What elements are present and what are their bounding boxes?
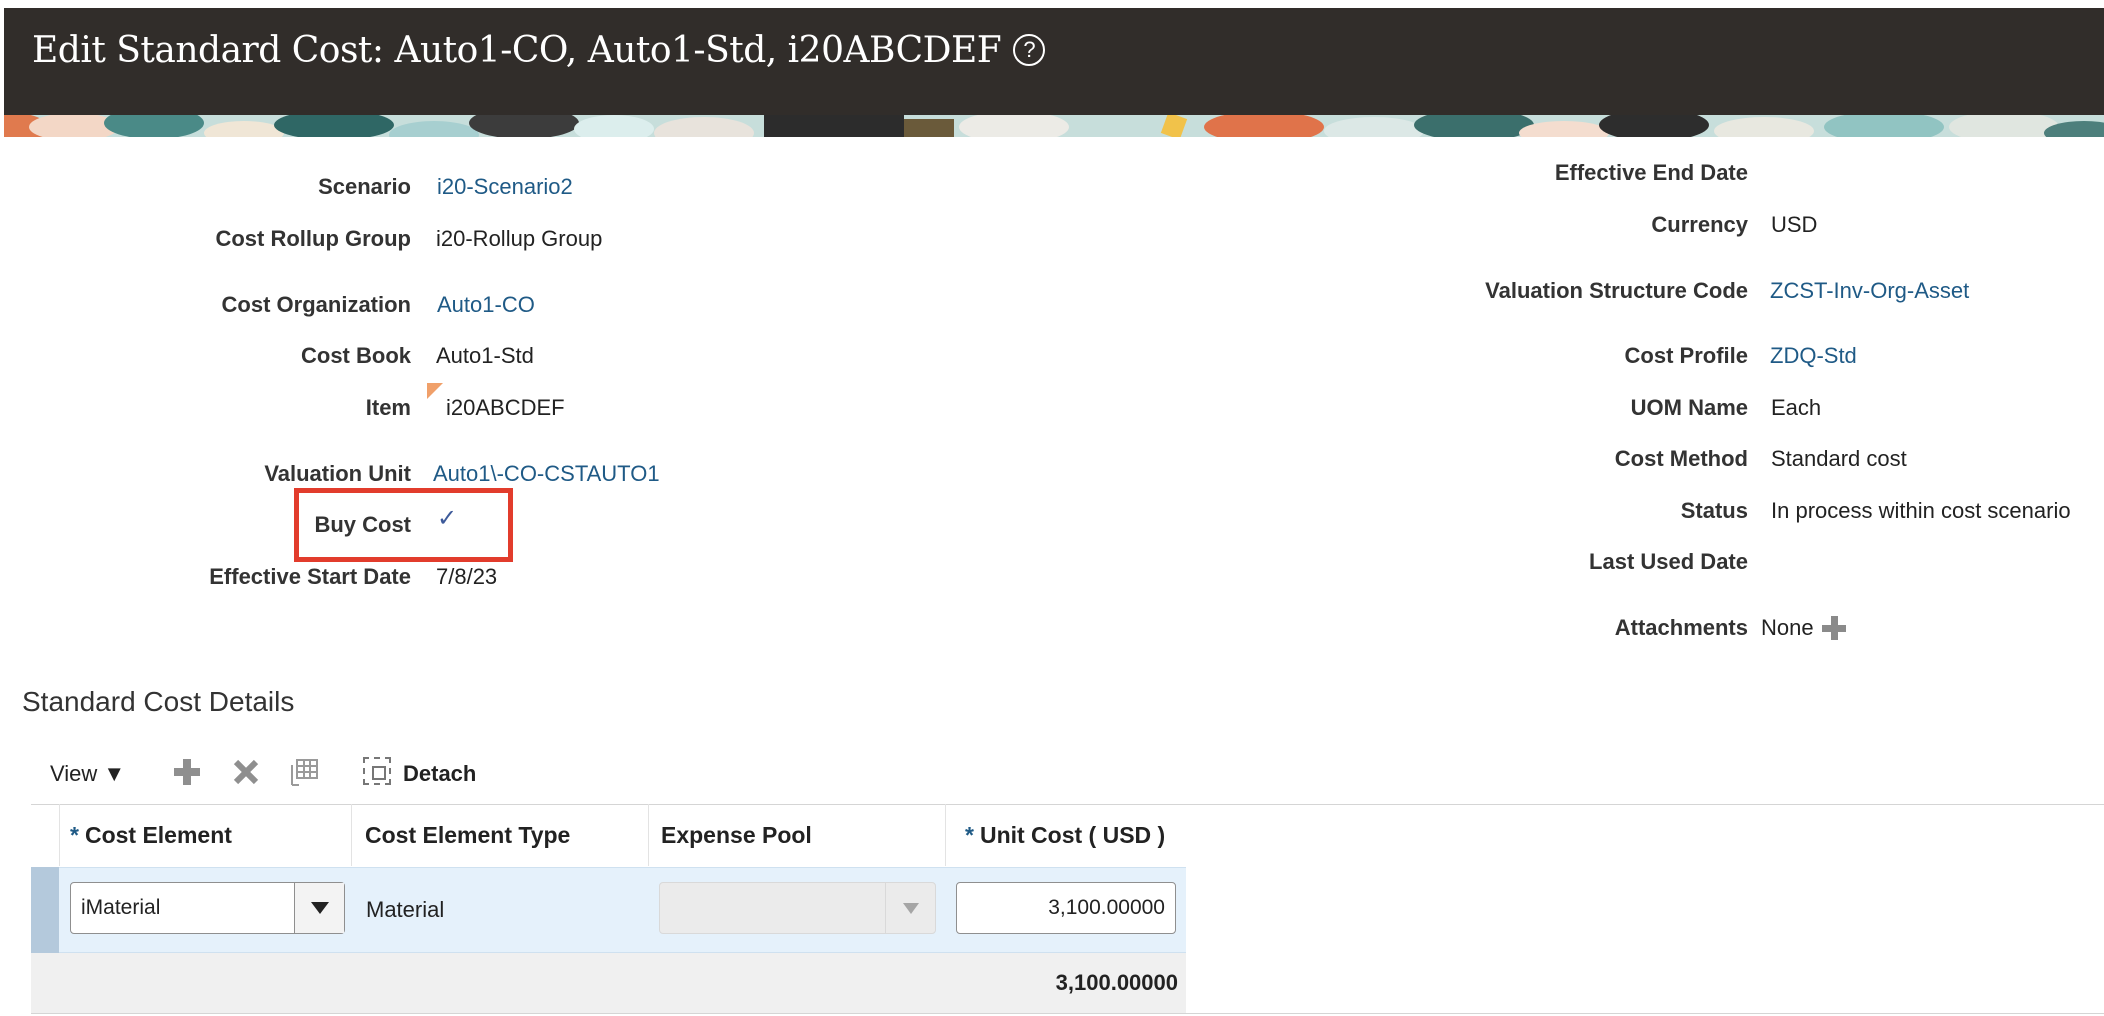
page-header: Edit Standard Cost: Auto1-CO, Auto1-Std,… bbox=[4, 8, 2104, 115]
cost-method-value: Standard cost bbox=[1771, 446, 1907, 471]
effective-end-date-label: Effective End Date bbox=[1554, 160, 1748, 185]
decorative-banner bbox=[4, 115, 2104, 137]
chevron-down-icon bbox=[310, 902, 329, 914]
view-menu-button[interactable]: View ▼ bbox=[50, 761, 125, 787]
attachments-value: None bbox=[1761, 615, 1814, 640]
scenario-link[interactable]: i20-Scenario2 bbox=[437, 174, 573, 200]
cost-element-type-cell: Material bbox=[366, 897, 445, 922]
valuation-unit-link[interactable]: Auto1\-CO-CSTAUTO1 bbox=[433, 461, 660, 487]
column-divider bbox=[351, 804, 352, 866]
expense-pool-select bbox=[659, 882, 936, 934]
page-title: Edit Standard Cost: Auto1-CO, Auto1-Std,… bbox=[32, 30, 1046, 71]
add-attachment-icon[interactable] bbox=[1820, 614, 1848, 642]
banner-pattern bbox=[4, 115, 2104, 137]
chevron-down-icon bbox=[902, 902, 919, 914]
required-marker: * bbox=[70, 822, 79, 848]
column-header-cost-element[interactable]: * Cost Element bbox=[70, 822, 232, 849]
column-header-expense-pool[interactable]: Expense Pool bbox=[661, 822, 812, 849]
cost-method-label: Cost Method bbox=[1614, 446, 1748, 471]
status-value: In process within cost scenario bbox=[1771, 498, 2071, 523]
row-selector[interactable] bbox=[31, 867, 59, 953]
table-total-row bbox=[31, 953, 1186, 1013]
detach-icon[interactable] bbox=[363, 757, 391, 785]
expense-pool-dropdown-button bbox=[885, 883, 935, 933]
column-header-label: Cost Element bbox=[84, 822, 232, 848]
unit-cost-total: 3,100.00000 bbox=[1055, 970, 1178, 995]
unit-cost-input[interactable] bbox=[956, 882, 1176, 934]
cost-organization-label: Cost Organization bbox=[221, 292, 411, 317]
freeze-columns-icon[interactable] bbox=[288, 756, 320, 788]
currency-label: Currency bbox=[1651, 212, 1748, 237]
item-label: Item bbox=[365, 395, 411, 420]
plus-icon bbox=[174, 759, 200, 785]
uom-name-label: UOM Name bbox=[1630, 395, 1748, 420]
delete-x-icon bbox=[233, 759, 259, 785]
valuation-structure-code-link[interactable]: ZCST-Inv-Org-Asset bbox=[1770, 278, 1969, 304]
column-header-unit-cost[interactable]: * Unit Cost ( USD ) bbox=[965, 822, 1165, 849]
cost-profile-label: Cost Profile bbox=[1624, 343, 1748, 368]
cost-organization-link[interactable]: Auto1-CO bbox=[437, 292, 535, 318]
help-icon[interactable]: ? bbox=[1013, 34, 1046, 66]
cost-book-value: Auto1-Std bbox=[436, 343, 534, 368]
uom-name-value: Each bbox=[1771, 395, 1822, 420]
table-grid-icon bbox=[291, 759, 318, 786]
valuation-structure-code-label: Valuation Structure Code bbox=[1485, 278, 1748, 303]
effective-start-date-label: Effective Start Date bbox=[209, 564, 411, 589]
table-top-border bbox=[31, 804, 2104, 805]
status-label: Status bbox=[1680, 498, 1748, 523]
cost-rollup-group-label: Cost Rollup Group bbox=[215, 226, 411, 251]
add-row-plus-icon[interactable] bbox=[171, 756, 203, 788]
column-header-cost-element-type[interactable]: Cost Element Type bbox=[365, 822, 570, 849]
section-title: Standard Cost Details bbox=[22, 686, 295, 717]
detach-button[interactable]: Detach bbox=[403, 761, 476, 787]
column-divider bbox=[945, 804, 946, 866]
cost-rollup-group-value: i20-Rollup Group bbox=[436, 226, 603, 251]
table-bottom-border bbox=[31, 1013, 2104, 1014]
cost-book-label: Cost Book bbox=[301, 343, 411, 368]
column-divider bbox=[59, 804, 60, 866]
column-divider bbox=[648, 804, 649, 866]
required-marker: * bbox=[965, 822, 974, 848]
column-header-label: Unit Cost ( USD ) bbox=[979, 822, 1166, 848]
item-indicator-flag bbox=[427, 383, 443, 399]
last-used-date-label: Last Used Date bbox=[1589, 549, 1748, 574]
delete-row-x-icon[interactable] bbox=[230, 756, 262, 788]
valuation-unit-label: Valuation Unit bbox=[264, 461, 411, 486]
currency-value: USD bbox=[1771, 212, 1818, 237]
item-value: i20ABCDEF bbox=[446, 395, 565, 420]
highlight-box bbox=[294, 488, 513, 562]
page-title-text: Edit Standard Cost: Auto1-CO, Auto1-Std,… bbox=[32, 30, 1002, 71]
cost-element-select[interactable]: iMaterial bbox=[70, 882, 345, 934]
cost-element-dropdown-button[interactable] bbox=[294, 883, 344, 933]
cost-profile-link[interactable]: ZDQ-Std bbox=[1770, 343, 1857, 369]
attachments-label: Attachments bbox=[1614, 615, 1748, 640]
cost-element-selected-value: iMaterial bbox=[81, 896, 161, 919]
scenario-label: Scenario bbox=[318, 174, 411, 199]
effective-start-date-value: 7/8/23 bbox=[436, 564, 498, 589]
standard-cost-details-table: * Cost Element Cost Element Type Expense … bbox=[31, 804, 2104, 1014]
